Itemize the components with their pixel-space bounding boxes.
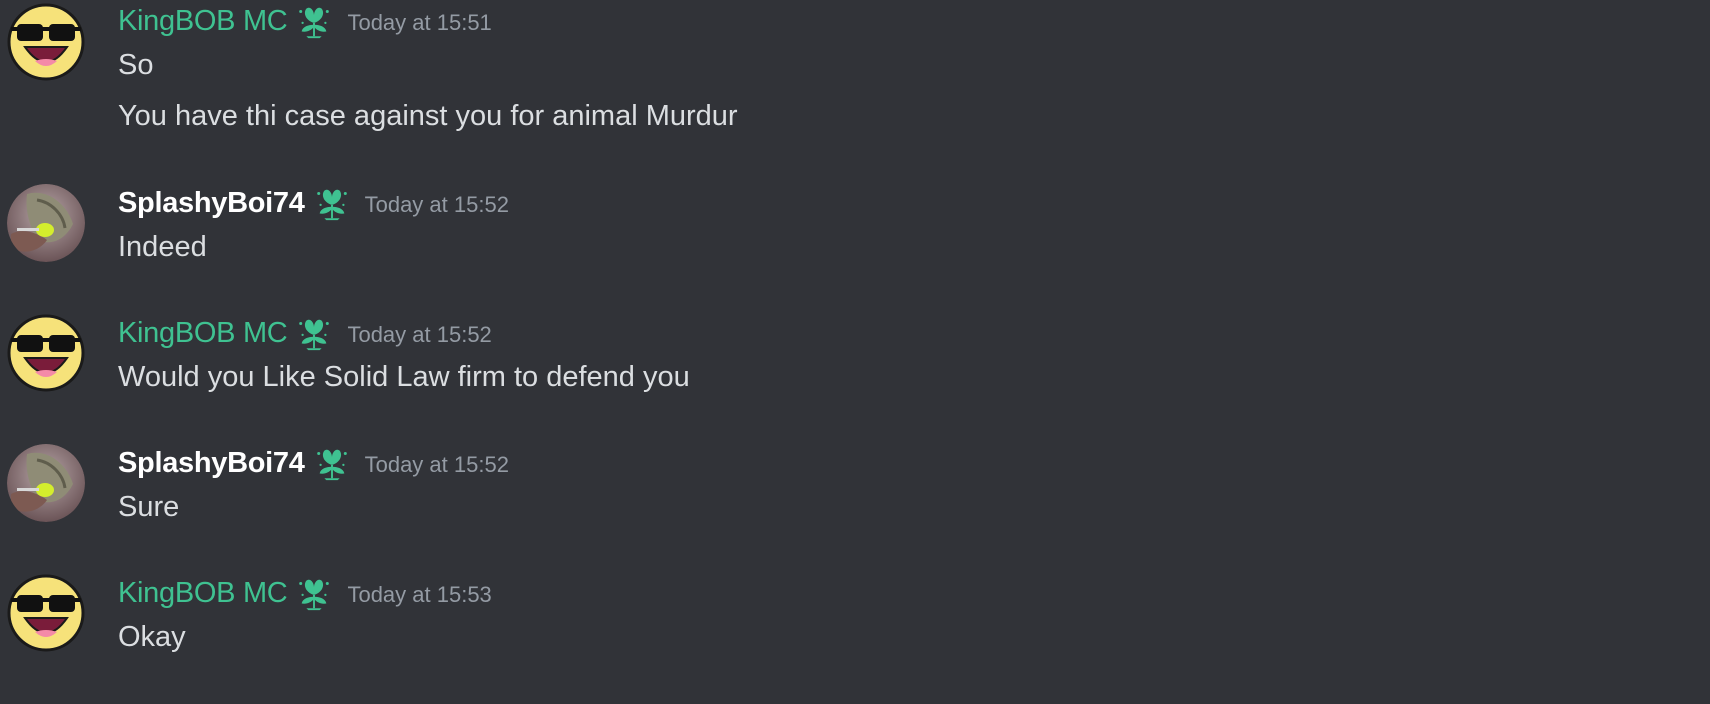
green-flower-badge-icon[interactable] <box>295 574 333 612</box>
username[interactable]: KingBOB MC <box>118 317 288 350</box>
message-header: KingBOB MC Today at 15:53 <box>118 573 492 613</box>
message-text: So <box>118 49 154 81</box>
timestamp[interactable]: Today at 15:52 <box>365 448 509 478</box>
username[interactable]: SplashyBoi74 <box>118 447 305 480</box>
message-text: Would you Like Solid Law firm to defend … <box>118 361 690 393</box>
message-text: Sure <box>118 491 180 523</box>
sunglasses-smiley-icon <box>7 314 85 392</box>
photo-avatar-icon <box>7 444 85 522</box>
timestamp[interactable]: Today at 15:52 <box>365 188 509 218</box>
chat-message-list: KingBOB MC Today at 15:51 So You have th… <box>0 0 1710 704</box>
timestamp[interactable]: Today at 15:53 <box>347 578 491 608</box>
username[interactable]: KingBOB MC <box>118 5 288 38</box>
username[interactable]: SplashyBoi74 <box>118 187 305 220</box>
sunglasses-smiley-icon <box>7 574 85 652</box>
message-text: Indeed <box>118 231 207 263</box>
splashy-avatar[interactable] <box>7 444 85 522</box>
username[interactable]: KingBOB MC <box>118 577 288 610</box>
photo-avatar-icon <box>7 184 85 262</box>
message-header: KingBOB MC Today at 15:51 <box>118 1 492 41</box>
kingbob-avatar[interactable] <box>7 574 85 652</box>
timestamp[interactable]: Today at 15:51 <box>347 6 491 36</box>
green-flower-badge-icon[interactable] <box>295 2 333 40</box>
splashy-avatar[interactable] <box>7 184 85 262</box>
green-flower-badge-icon[interactable] <box>295 314 333 352</box>
kingbob-avatar[interactable] <box>7 3 85 81</box>
kingbob-avatar[interactable] <box>7 314 85 392</box>
green-flower-badge-icon[interactable] <box>313 444 351 482</box>
timestamp[interactable]: Today at 15:52 <box>347 318 491 348</box>
message-text: Okay <box>118 621 186 653</box>
sunglasses-smiley-icon <box>7 3 85 81</box>
message-text: You have thi case against you for animal… <box>118 100 738 132</box>
message-header: SplashyBoi74 Today at 15:52 <box>118 183 509 223</box>
message-header: KingBOB MC Today at 15:52 <box>118 313 492 353</box>
green-flower-badge-icon[interactable] <box>313 184 351 222</box>
message-header: SplashyBoi74 Today at 15:52 <box>118 443 509 483</box>
